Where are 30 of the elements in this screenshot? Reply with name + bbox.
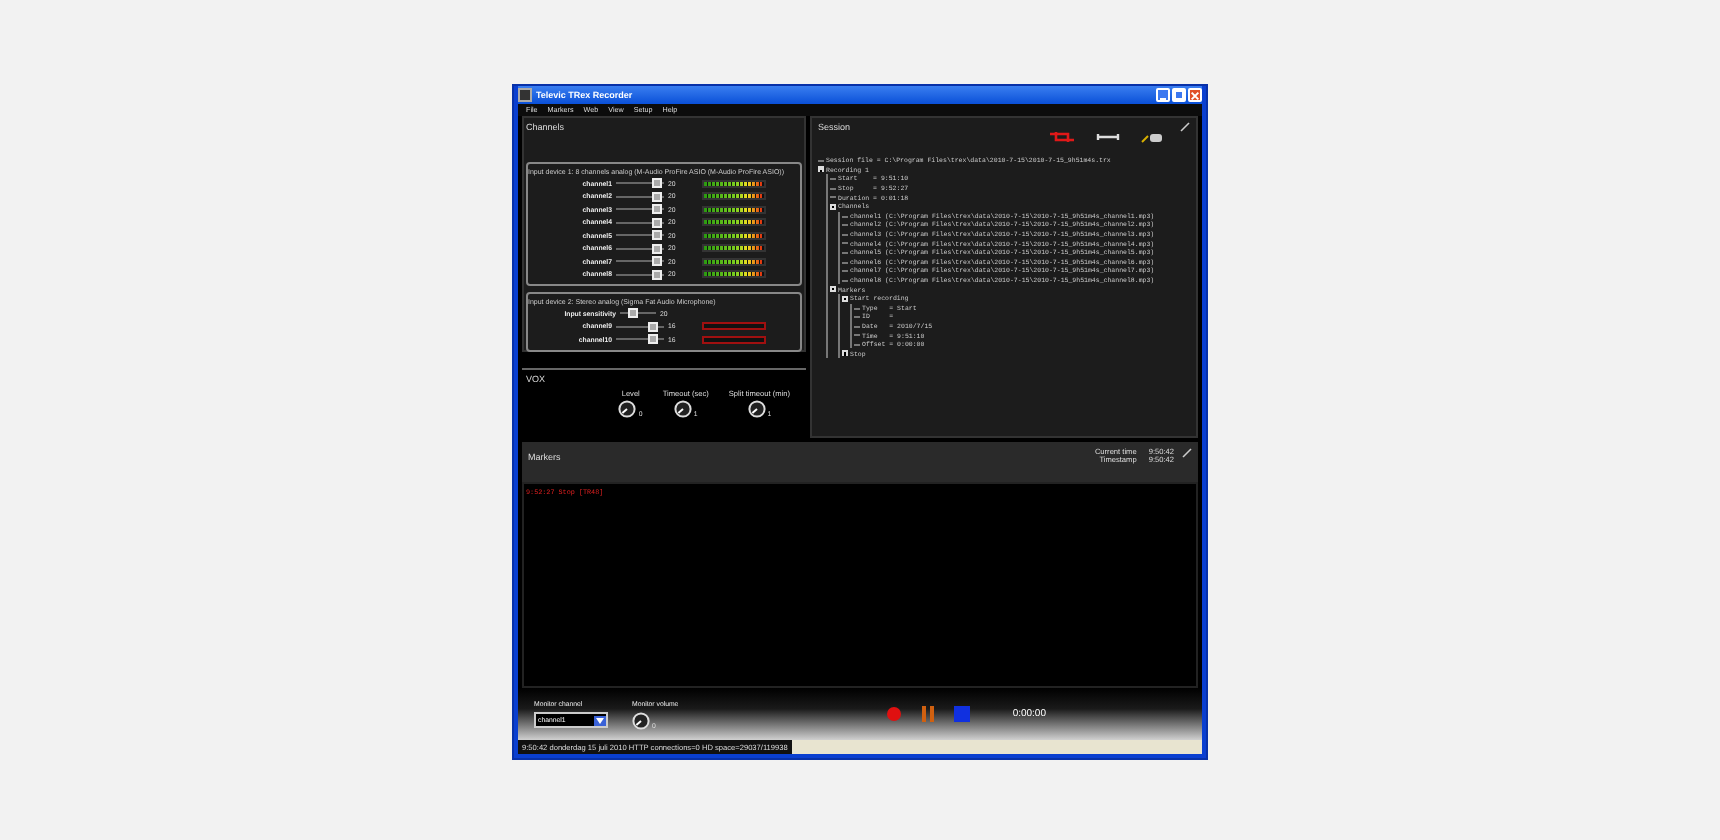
slider-thumb[interactable] [651, 204, 662, 215]
knob-icon[interactable] [673, 400, 692, 418]
slider-thumb[interactable] [627, 308, 638, 319]
minimize-button[interactable] [1156, 88, 1170, 102]
pause-button[interactable] [920, 706, 937, 722]
expander-icon[interactable] [842, 350, 848, 357]
knob-icon[interactable] [632, 711, 650, 729]
expander-icon[interactable] [830, 286, 836, 293]
maximize-button[interactable] [1172, 88, 1186, 102]
pin-icon[interactable] [1182, 448, 1192, 458]
expander-icon[interactable] [830, 203, 836, 210]
slider-thumb[interactable] [651, 178, 662, 189]
slider-thumb[interactable] [651, 230, 662, 241]
knob-icon[interactable] [747, 400, 766, 418]
caret-icon[interactable] [596, 717, 604, 723]
expander-icon[interactable] [842, 295, 848, 302]
slider-thumb[interactable] [647, 321, 657, 332]
slider-thumb[interactable] [651, 217, 662, 228]
record-button[interactable] [886, 706, 903, 722]
pin-icon[interactable] [1180, 122, 1190, 132]
expander-icon[interactable] [818, 166, 824, 173]
app-icon [518, 88, 532, 102]
close-button[interactable] [1188, 88, 1202, 102]
slider-thumb[interactable] [647, 334, 657, 345]
slider-thumb[interactable] [651, 256, 662, 267]
slider-thumb[interactable] [651, 269, 662, 280]
knob-icon[interactable] [618, 400, 637, 418]
crop-icon[interactable] [1048, 130, 1076, 144]
slider-thumb[interactable] [651, 191, 662, 202]
slider-thumb[interactable] [651, 243, 662, 254]
